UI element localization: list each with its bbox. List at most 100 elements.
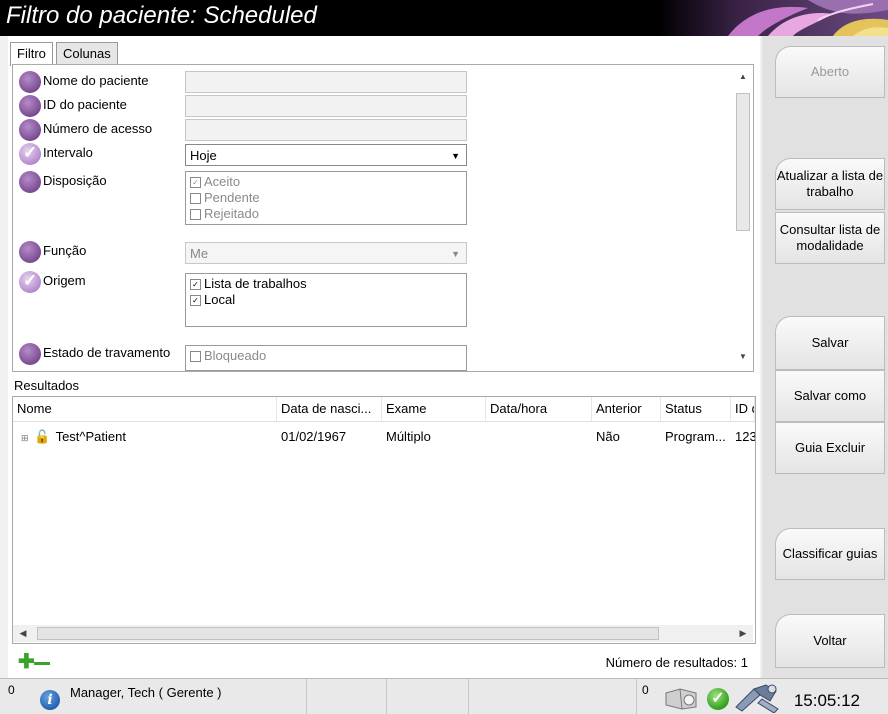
- lock-state-label: Estado de travamento: [43, 345, 171, 360]
- column-header-dob[interactable]: Data de nasci...: [277, 397, 382, 421]
- disposition-option-rejeitado[interactable]: Rejeitado: [190, 206, 462, 222]
- cell-name: ⊞ 🔓 Test^Patient: [13, 425, 277, 449]
- origin-label: Origem: [43, 273, 86, 288]
- checkbox-checked-icon: ✓: [190, 177, 201, 189]
- checkbox-empty-icon: [190, 193, 201, 205]
- cell-status: Program...: [665, 429, 726, 444]
- status-bar: 0 i Manager, Tech ( Gerente ) 0 ✓ 15:05:…: [0, 678, 888, 714]
- disposition-label: Disposição: [43, 173, 107, 188]
- add-icon[interactable]: ✚: [18, 652, 35, 672]
- scroll-up-icon[interactable]: ▲: [735, 69, 751, 85]
- open-button[interactable]: Aberto: [775, 46, 885, 98]
- patient-name-label: Nome do paciente: [43, 73, 149, 88]
- column-header-id[interactable]: ID d: [731, 397, 755, 421]
- accession-radio[interactable]: [19, 119, 41, 141]
- expand-icon[interactable]: ⊞: [21, 433, 29, 443]
- status-cell-4: [468, 679, 637, 714]
- accession-input[interactable]: [185, 119, 467, 141]
- patient-name-cell: Test^Patient: [55, 429, 126, 444]
- tab-filtro[interactable]: Filtro: [10, 42, 53, 66]
- patient-name-input[interactable]: [185, 71, 467, 93]
- cell-dob: 01/02/1967: [281, 429, 347, 444]
- origin-option-local[interactable]: ✓ Local: [190, 292, 462, 308]
- column-header-status[interactable]: Status: [661, 397, 731, 421]
- current-user: Manager, Tech ( Gerente ): [70, 685, 222, 700]
- scroll-thumb[interactable]: [736, 93, 750, 231]
- cell-id: 123: [735, 429, 755, 444]
- column-header-nome[interactable]: Nome: [13, 397, 277, 421]
- column-header-anterior[interactable]: Anterior: [592, 397, 661, 421]
- results-horizontal-scrollbar[interactable]: ◀ ▶: [13, 625, 753, 642]
- lock-state-list: Bloqueado: [185, 345, 467, 371]
- interval-radio[interactable]: [19, 143, 41, 165]
- checkbox-checked-icon: ✓: [190, 279, 201, 291]
- checkbox-checked-icon: ✓: [190, 295, 201, 307]
- info-icon[interactable]: i: [40, 690, 60, 710]
- lock-state-radio[interactable]: [19, 343, 41, 365]
- accession-label: Número de acesso: [43, 121, 153, 136]
- patient-id-input[interactable]: [185, 95, 467, 117]
- results-table: Nome Data de nasci... Exame Data/hora An…: [12, 396, 756, 644]
- result-count: Número de resultados: 1: [605, 655, 748, 670]
- patient-id-label: ID do paciente: [43, 97, 127, 112]
- status-user-cell: 0 i Manager, Tech ( Gerente ): [0, 679, 307, 714]
- cell-exam: Múltiplo: [386, 429, 431, 444]
- function-label: Função: [43, 243, 87, 258]
- disposition-radio[interactable]: [19, 171, 41, 193]
- tools-icon[interactable]: [732, 681, 784, 713]
- status-left-count: 0: [8, 683, 15, 697]
- status-right-count: 0: [642, 683, 649, 697]
- disposition-list: ✓ Aceito Pendente Rejeitado: [185, 171, 467, 225]
- query-modality-button[interactable]: Consultar lista de modalidade: [775, 212, 885, 264]
- chevron-down-icon: ▼: [451, 151, 460, 161]
- interval-select-value: Hoje: [190, 148, 217, 163]
- interval-label: Intervalo: [43, 145, 93, 160]
- patient-id-radio[interactable]: [19, 95, 41, 117]
- delete-tab-button[interactable]: Guia Excluir: [775, 422, 885, 474]
- header-flower-image: [658, 0, 888, 36]
- scroll-left-icon[interactable]: ◀: [15, 625, 31, 642]
- lock-open-icon: 🔓: [34, 429, 51, 444]
- table-row[interactable]: ⊞ 🔓 Test^Patient 01/02/1967 Múltiplo Não…: [13, 425, 755, 449]
- function-radio[interactable]: [19, 241, 41, 263]
- column-header-exame[interactable]: Exame: [382, 397, 486, 421]
- origin-radio[interactable]: [19, 271, 41, 293]
- chevron-down-icon: ▼: [451, 249, 460, 259]
- origin-option-worklist[interactable]: ✓ Lista de trabalhos: [190, 276, 462, 292]
- function-select[interactable]: Me ▼: [185, 242, 467, 264]
- interval-select[interactable]: Hoje ▼: [185, 144, 467, 166]
- media-icon[interactable]: [662, 685, 702, 711]
- checkbox-empty-icon: [190, 209, 201, 221]
- scroll-right-icon[interactable]: ▶: [735, 625, 751, 642]
- cell-datetime: [486, 425, 592, 449]
- back-button[interactable]: Voltar: [775, 614, 885, 668]
- disposition-option-pendente[interactable]: Pendente: [190, 190, 462, 206]
- cell-prior: Não: [596, 429, 620, 444]
- lock-state-option-bloqueado[interactable]: Bloqueado: [190, 348, 462, 364]
- save-button[interactable]: Salvar: [775, 316, 885, 370]
- window-title: Filtro do paciente: Scheduled: [6, 2, 317, 29]
- disposition-option-aceito[interactable]: ✓ Aceito: [190, 174, 462, 190]
- patient-name-radio[interactable]: [19, 71, 41, 93]
- title-bar: Filtro do paciente: Scheduled: [0, 0, 888, 36]
- results-label: Resultados: [14, 378, 83, 393]
- refresh-worklist-button[interactable]: Atualizar a lista de trabalho: [775, 158, 885, 210]
- filter-form: Nome do paciente ID do paciente Número d…: [12, 64, 754, 372]
- save-as-button[interactable]: Salvar como: [775, 370, 885, 422]
- status-cell-3: [386, 679, 469, 714]
- origin-list: ✓ Lista de trabalhos ✓ Local: [185, 273, 467, 327]
- function-select-value: Me: [190, 246, 209, 261]
- remove-icon[interactable]: [34, 662, 50, 665]
- checkbox-empty-icon: [190, 351, 201, 363]
- scroll-down-icon[interactable]: ▼: [735, 349, 751, 365]
- filter-vertical-scrollbar[interactable]: ▲ ▼: [735, 67, 751, 367]
- status-cell-2: [306, 679, 387, 714]
- system-ok-icon[interactable]: ✓: [707, 688, 729, 710]
- column-header-datahora[interactable]: Data/hora: [486, 397, 592, 421]
- results-group: Resultados Nome Data de nasci... Exame D…: [12, 378, 756, 670]
- results-table-header: Nome Data de nasci... Exame Data/hora An…: [13, 397, 755, 422]
- sort-tabs-button[interactable]: Classificar guias: [775, 528, 885, 580]
- tab-colunas[interactable]: Colunas: [56, 42, 118, 65]
- scroll-thumb[interactable]: [37, 627, 659, 640]
- clock: 15:05:12: [793, 691, 860, 710]
